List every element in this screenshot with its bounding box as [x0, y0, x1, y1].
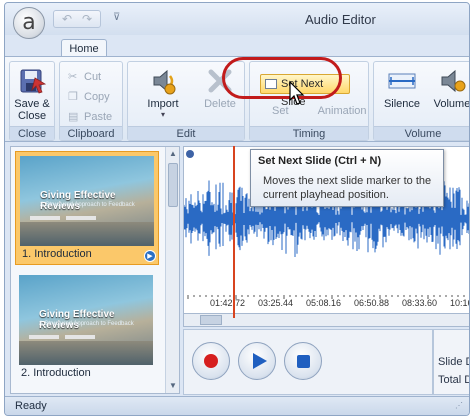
volume-button[interactable]: Volume	[430, 66, 470, 110]
timeline-tick-label: 03:25.44	[258, 298, 294, 308]
set-animation-label-suffix: Animation	[317, 105, 367, 117]
window-title: Audio Editor	[305, 12, 376, 27]
ribbon-group-close: Save & Close Close	[9, 61, 55, 141]
slide-thumbnail-1[interactable]: Giving Effective Reviews A Structured Ap…	[15, 151, 159, 265]
mouse-pointer-icon	[289, 80, 305, 105]
quick-access-toolbar: ↶ ↷	[53, 10, 101, 28]
slide-thumbnail-2[interactable]: Giving Effective Reviews A Structured Ap…	[15, 271, 159, 385]
slide-2-thumb-subtitle: A Structured Approach to Feedback	[39, 321, 134, 327]
paste-label: Paste	[84, 111, 113, 123]
next-slide-marker[interactable]	[186, 150, 194, 158]
stop-button[interactable]	[284, 342, 322, 380]
slide-1-thumb-subtitle: A Structured Approach to Feedback	[40, 202, 135, 208]
waveform-horizontal-scrollbar[interactable]	[183, 313, 469, 327]
annotation-highlight-ring	[222, 57, 342, 99]
import-dropdown-arrow: ▾	[160, 110, 165, 119]
import-button[interactable]: Import ▾	[134, 66, 192, 119]
slide-2-label: 2. Introduction	[21, 367, 91, 379]
silence-icon	[387, 66, 417, 96]
ribbon-group-clipboard: ✂ Cut ❐ Copy ▤ Paste Clipboard	[59, 61, 123, 141]
transport-controls	[183, 329, 433, 395]
slide-duration-label: Slide D	[438, 356, 470, 368]
save-close-label-2: Close	[17, 110, 47, 122]
scroll-down-icon[interactable]: ▼	[166, 379, 179, 393]
group-label-clipboard: Clipboard	[60, 126, 122, 140]
import-label: Import	[147, 98, 179, 110]
scroll-up-icon[interactable]: ▲	[166, 147, 179, 161]
play-icon	[253, 353, 267, 369]
set-animation-button[interactable]: Set Animation	[262, 102, 367, 120]
group-label-close: Close	[10, 126, 54, 140]
undo-icon[interactable]: ↶	[58, 11, 76, 27]
stop-icon	[297, 355, 310, 368]
slide-1-image: Giving Effective Reviews A Structured Ap…	[20, 156, 154, 246]
resize-grip-icon[interactable]: ⋰	[455, 401, 465, 411]
volume-icon	[437, 66, 467, 96]
tooltip-body: Moves the next slide marker to the curre…	[263, 175, 432, 201]
import-icon	[148, 66, 178, 96]
redo-icon[interactable]: ↷	[78, 11, 96, 27]
volume-label: Volume	[433, 98, 470, 110]
slide-pane-scrollbar[interactable]: ▲ ▼	[165, 147, 179, 393]
set-next-slide-tooltip: Set Next Slide (Ctrl + N) Moves the next…	[250, 149, 444, 207]
slide-1-label: 1. Introduction	[22, 248, 92, 260]
timeline-ruler[interactable]: 01:42.72 03:25.44 05:08.16 06:50.88 08:3…	[184, 295, 469, 311]
play-audio-icon[interactable]: ▶	[144, 250, 156, 262]
slide-properties-panel: Slide D Total D	[433, 329, 470, 395]
timeline-tick-label: 06:50.88	[354, 298, 390, 308]
play-button[interactable]	[238, 342, 276, 380]
cut-button[interactable]: ✂ Cut	[66, 68, 101, 86]
cut-icon: ✂	[68, 71, 78, 83]
timeline-tick-label: 01:42.72	[210, 298, 246, 308]
playhead[interactable]	[233, 146, 235, 318]
customize-toolbar-icon[interactable]: ⊽	[113, 12, 120, 23]
status-bar: Ready ⋰	[5, 396, 469, 415]
silence-label: Silence	[383, 98, 421, 110]
timeline-tick-label: 05:08.16	[306, 298, 342, 308]
ribbon-tab-strip: Home	[5, 35, 469, 58]
title-bar: a ↶ ↷ ⊽ Audio Editor	[5, 3, 469, 39]
horizontal-scroll-thumb[interactable]	[200, 315, 222, 325]
ribbon-group-volume: Silence Volume Volume	[373, 61, 470, 141]
slide-1-thumb-title: Giving Effective Reviews	[40, 190, 116, 212]
group-label-edit: Edit	[128, 126, 244, 140]
delete-label: Delete	[204, 98, 236, 110]
copy-icon: ❐	[68, 91, 78, 103]
status-text: Ready	[15, 400, 47, 412]
paste-button[interactable]: ▤ Paste	[66, 108, 112, 126]
group-label-volume: Volume	[374, 126, 469, 140]
record-icon	[204, 354, 218, 368]
paste-icon: ▤	[68, 111, 79, 123]
timeline-tick-label: 10:16.32	[450, 298, 469, 308]
group-label-timing: Timing	[250, 126, 368, 140]
slide-thumbnail-pane: Giving Effective Reviews A Structured Ap…	[10, 146, 180, 394]
total-duration-label: Total D	[438, 374, 470, 386]
save-close-label-1: Save &	[14, 98, 50, 110]
slide-2-image: Giving Effective Reviews A Structured Ap…	[19, 275, 153, 365]
slide-2-thumb-title: Giving Effective Reviews	[39, 309, 115, 331]
app-menu-button[interactable]: a	[13, 7, 45, 39]
copy-button[interactable]: ❐ Copy	[66, 88, 110, 106]
record-button[interactable]	[192, 342, 230, 380]
cut-label: Cut	[84, 71, 102, 83]
silence-button[interactable]: Silence	[380, 66, 424, 110]
save-and-close-button[interactable]: Save & Close	[12, 66, 52, 122]
timeline-tick-label: 08:33.60	[402, 298, 438, 308]
copy-label: Copy	[84, 91, 110, 103]
tooltip-title: Set Next Slide (Ctrl + N)	[258, 155, 382, 167]
save-icon	[17, 66, 47, 96]
app-logo-letter: a	[22, 10, 36, 35]
scroll-thumb[interactable]	[168, 163, 178, 207]
